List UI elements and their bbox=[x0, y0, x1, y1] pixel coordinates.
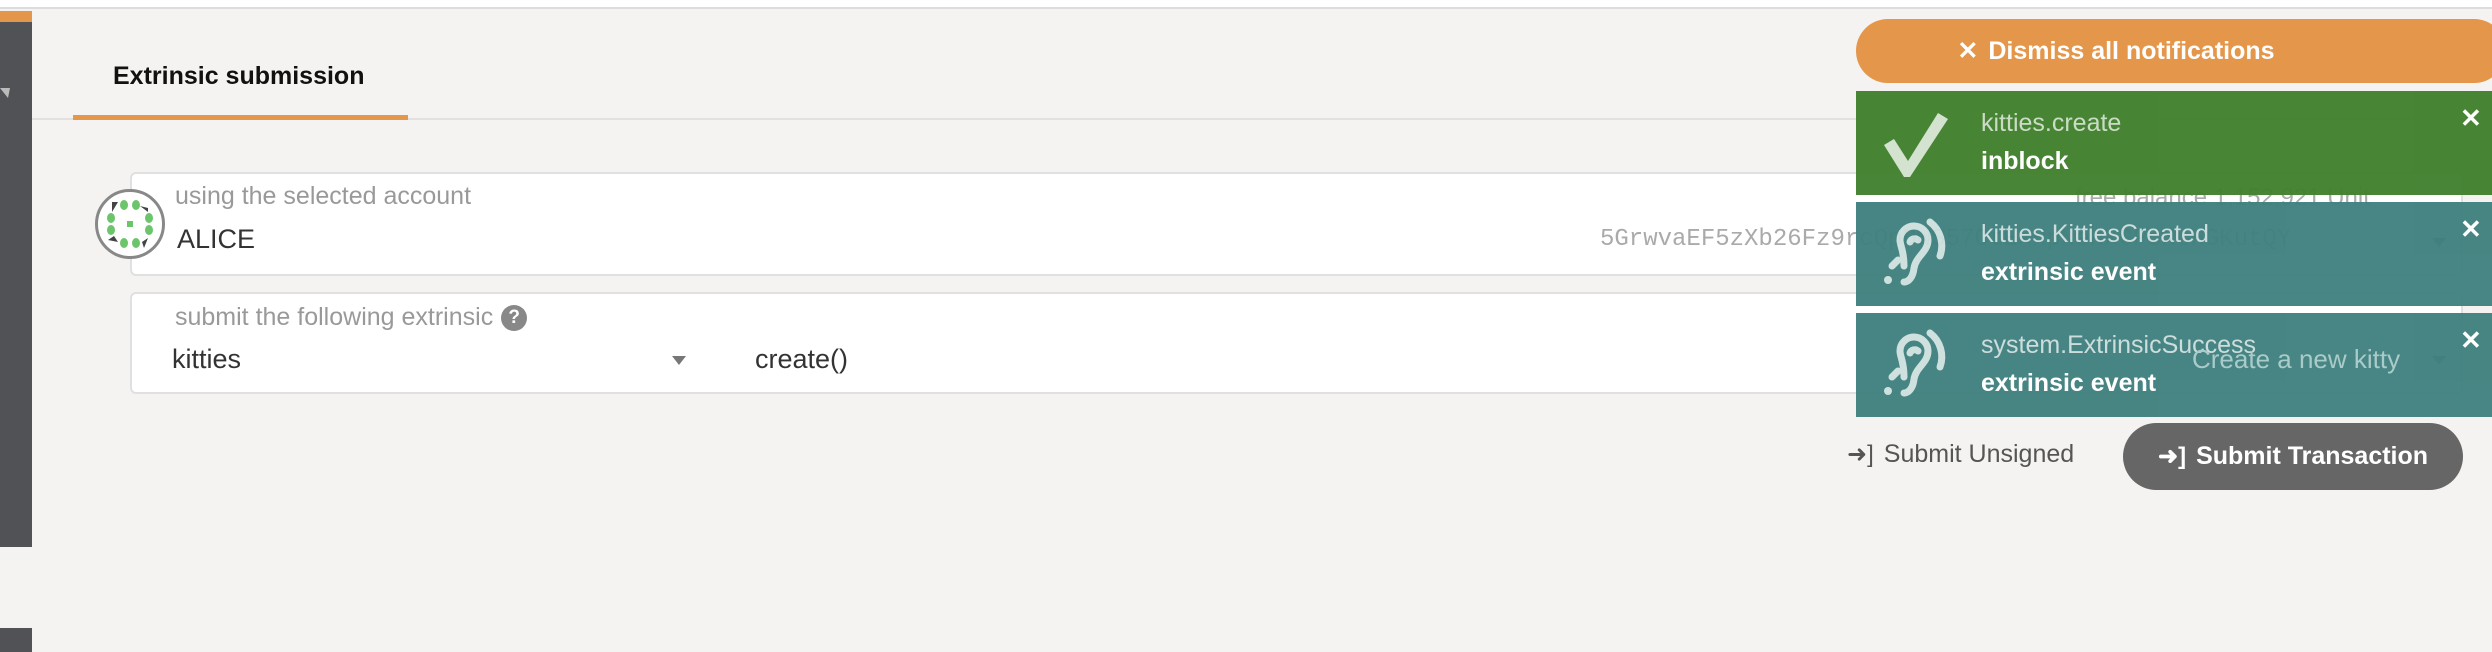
submit-unsigned-label: Submit Unsigned bbox=[1883, 440, 2075, 468]
notification-status: extrinsic event bbox=[1981, 258, 2157, 286]
tab-extrinsic-submission[interactable]: Extrinsic submission bbox=[73, 50, 408, 120]
sign-in-icon: ➜] bbox=[2157, 443, 2187, 470]
dismiss-all-label: Dismiss all notifications bbox=[1988, 36, 2275, 65]
chevron-down-icon[interactable] bbox=[672, 356, 686, 365]
tab-label: Extrinsic submission bbox=[113, 62, 365, 90]
sign-in-icon: ➜] bbox=[1847, 441, 1874, 468]
method-description: Create a new kitty bbox=[2192, 344, 2401, 374]
notification-title: kitties.create bbox=[1981, 109, 2122, 137]
help-icon[interactable]: ? bbox=[501, 304, 528, 331]
close-icon[interactable]: ✕ bbox=[2460, 103, 2482, 134]
notification-title: kitties.KittiesCreated bbox=[1981, 220, 2209, 248]
close-icon[interactable]: ✕ bbox=[2460, 325, 2482, 356]
top-strip bbox=[0, 0, 2492, 9]
check-icon bbox=[1884, 113, 1948, 177]
sidebar-collapse-icon[interactable] bbox=[0, 88, 10, 98]
ear-icon bbox=[1884, 329, 1946, 397]
sidebar-lower bbox=[0, 628, 32, 652]
notification-status: extrinsic event bbox=[1981, 369, 2157, 397]
close-icon: ✕ bbox=[1957, 37, 1979, 65]
submit-transaction-button[interactable]: ➜] Submit Transaction bbox=[2123, 423, 2463, 490]
notification: kitties.create inblock ✕ bbox=[1856, 91, 2492, 195]
account-name: ALICE bbox=[177, 224, 256, 254]
extrinsic-label: submit the following extrinsic ? bbox=[175, 303, 528, 332]
submit-transaction-label: Submit Transaction bbox=[2196, 442, 2429, 470]
notification: kitties.KittiesCreated extrinsic event ✕ bbox=[1856, 202, 2492, 306]
account-label: using the selected account bbox=[175, 182, 472, 210]
notification-status: inblock bbox=[1981, 147, 2069, 175]
sidebar-accent bbox=[0, 11, 32, 22]
close-icon[interactable]: ✕ bbox=[2460, 214, 2482, 245]
submit-unsigned-button[interactable]: ➜] Submit Unsigned bbox=[1847, 440, 2074, 469]
identicon-avatar bbox=[95, 189, 165, 259]
sidebar[interactable] bbox=[0, 22, 32, 547]
module-dropdown[interactable]: kitties bbox=[172, 344, 241, 375]
method-dropdown[interactable]: create() bbox=[755, 344, 848, 375]
extrinsic-label-text: submit the following extrinsic bbox=[175, 303, 494, 331]
dismiss-all-notifications-button[interactable]: ✕ Dismiss all notifications bbox=[1856, 19, 2492, 83]
ear-icon bbox=[1884, 218, 1946, 286]
